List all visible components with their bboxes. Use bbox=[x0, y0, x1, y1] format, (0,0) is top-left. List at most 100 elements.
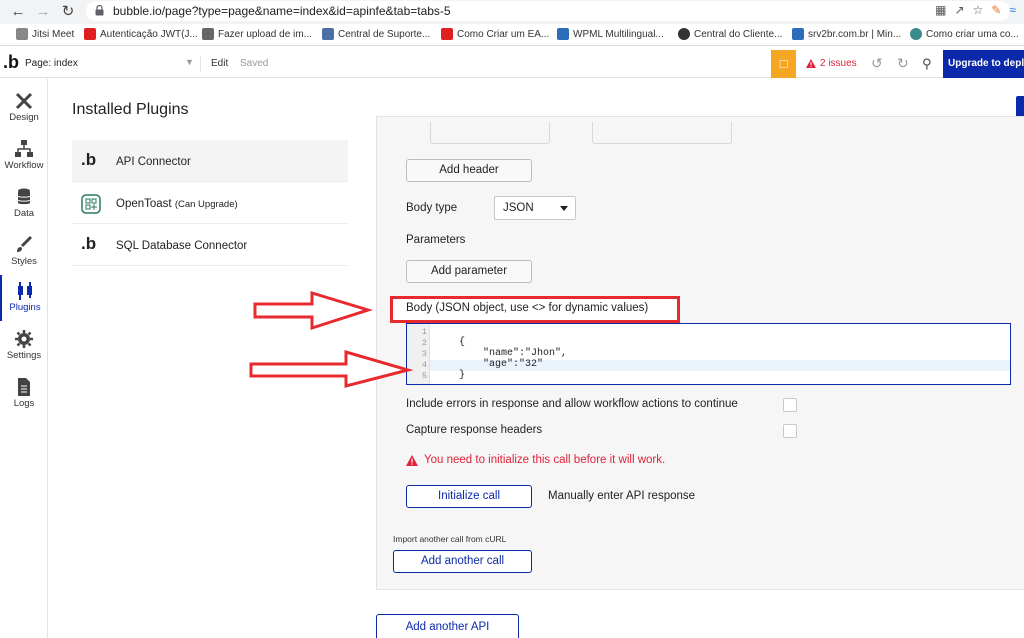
gift-icon[interactable]: □ bbox=[771, 50, 796, 78]
body-label: Body (JSON object, use <> for dynamic va… bbox=[406, 302, 649, 314]
bookmark-favicon-icon bbox=[678, 28, 690, 40]
bookmark-item[interactable]: Como Criar um EA... bbox=[441, 28, 549, 40]
youtube-icon bbox=[441, 28, 453, 40]
bookmark-item[interactable]: Central do Cliente... bbox=[678, 28, 782, 40]
include-errors-checkbox[interactable] bbox=[783, 398, 797, 412]
workflow-icon bbox=[15, 140, 33, 157]
plugin-item-api-connector[interactable]: .b API Connector bbox=[72, 140, 348, 182]
bookmark-item[interactable]: WPML Multilingual... bbox=[557, 28, 664, 40]
caret-down-icon bbox=[560, 206, 568, 211]
bookmark-item[interactable]: Como criar uma co... bbox=[910, 28, 1019, 40]
warning-icon bbox=[406, 454, 418, 466]
warning-icon bbox=[806, 59, 816, 68]
line-number: 1 bbox=[421, 327, 427, 337]
import-curl-link[interactable]: Import another call from cURL bbox=[393, 534, 506, 544]
rail-item-settings[interactable]: Settings bbox=[0, 323, 48, 369]
bookmark-item[interactable]: Fazer upload de im... bbox=[202, 28, 312, 40]
upgrade-button[interactable]: Upgrade to deplo bbox=[943, 50, 1024, 78]
undo-icon[interactable]: ↺ bbox=[871, 55, 883, 72]
add-another-call-button[interactable]: Add another call bbox=[393, 550, 532, 573]
url-text: bubble.io/page?type=page&name=index&id=a… bbox=[113, 4, 451, 18]
bookmark-favicon-icon bbox=[16, 28, 28, 40]
bookmark-favicon-icon bbox=[910, 28, 922, 40]
add-another-api-button[interactable]: Add another API bbox=[376, 614, 519, 638]
bookmark-item[interactable]: Autenticação JWT(J... bbox=[84, 28, 198, 40]
body-type-select[interactable]: JSON bbox=[494, 196, 576, 220]
bubble-logo-icon[interactable]: .b bbox=[3, 52, 19, 73]
code-line: "age":"32" bbox=[459, 359, 544, 370]
annotation-arrow-icon bbox=[253, 290, 374, 331]
plugin-name: API Connector bbox=[116, 156, 191, 168]
chevron-down-icon[interactable]: ▼ bbox=[185, 57, 194, 67]
search-icon[interactable]: ⚲ bbox=[922, 56, 932, 72]
lock-icon bbox=[95, 5, 104, 16]
code-line: } bbox=[459, 370, 466, 381]
rail-label: Workflow bbox=[4, 160, 44, 171]
bookmark-item[interactable]: srv2br.com.br | Min... bbox=[792, 28, 901, 40]
divider bbox=[200, 56, 201, 72]
rail-item-styles[interactable]: Styles bbox=[0, 229, 48, 275]
translate-icon[interactable]: ▦ bbox=[935, 3, 946, 17]
bookmark-label: srv2br.com.br | Min... bbox=[808, 28, 902, 40]
bookmark-item[interactable]: Jitsi Meet bbox=[16, 28, 74, 40]
share-icon[interactable]: ↗ bbox=[955, 3, 965, 17]
rail-label: Data bbox=[13, 208, 35, 219]
json-body-editor[interactable]: 1 2 3 4 5 { "name":"Jhon", "age":"32" } bbox=[406, 323, 1011, 385]
bookmark-label: Fazer upload de im... bbox=[218, 28, 312, 40]
bookmark-label: Autenticação JWT(J... bbox=[100, 28, 198, 40]
rail-item-design[interactable]: Design bbox=[0, 85, 48, 131]
bookmark-favicon-icon bbox=[557, 28, 569, 40]
bookmark-item[interactable]: Central de Suporte... bbox=[322, 28, 430, 40]
extension-icon[interactable]: ✎ bbox=[991, 3, 1001, 17]
plugin-name: SQL Database Connector bbox=[116, 240, 248, 252]
bookmark-favicon-icon bbox=[202, 28, 214, 40]
database-icon bbox=[17, 188, 31, 205]
warning-text: You need to initialize this call before … bbox=[424, 454, 666, 466]
redo-icon[interactable]: ↻ bbox=[897, 55, 909, 72]
youtube-icon bbox=[84, 28, 96, 40]
plugin-item-opentoast[interactable]: OpenToast (Can Upgrade) bbox=[72, 182, 348, 224]
cast-icon[interactable]: ≈ bbox=[1009, 3, 1016, 17]
star-icon[interactable]: ☆ bbox=[973, 3, 984, 17]
plugin-name-text: OpenToast bbox=[116, 198, 172, 210]
initialize-warning: You need to initialize this call before … bbox=[406, 454, 665, 466]
issues-indicator[interactable]: 2 issues bbox=[806, 58, 857, 69]
manual-response-link[interactable]: Manually enter API response bbox=[548, 490, 695, 502]
plugin-item-sql-connector[interactable]: .b SQL Database Connector bbox=[72, 224, 348, 266]
reload-icon[interactable]: ↻ bbox=[58, 2, 78, 22]
rail-item-data[interactable]: Data bbox=[0, 181, 48, 227]
page-selector[interactable]: Page: index bbox=[25, 58, 78, 69]
code-line: { bbox=[459, 337, 466, 348]
address-bar[interactable]: bubble.io/page?type=page&name=index&id=a… bbox=[86, 1, 1010, 21]
forward-arrow-icon[interactable]: → bbox=[33, 2, 53, 22]
document-icon bbox=[18, 378, 30, 396]
left-navigation: Design Workflow Data Styles Plugins Sett… bbox=[0, 79, 48, 638]
initialize-call-button[interactable]: Initialize call bbox=[406, 485, 532, 508]
issues-count: 2 issues bbox=[820, 58, 857, 69]
rail-label: Design bbox=[9, 112, 39, 123]
edit-menu[interactable]: Edit bbox=[211, 58, 228, 69]
capture-headers-label: Capture response headers bbox=[406, 424, 543, 436]
bookmark-label: Central do Cliente... bbox=[694, 28, 783, 40]
bookmark-label: WPML Multilingual... bbox=[573, 28, 664, 40]
rail-label: Styles bbox=[11, 256, 37, 267]
rail-item-logs[interactable]: Logs bbox=[0, 371, 48, 417]
plug-icon bbox=[18, 282, 32, 300]
bookmarks-bar: Jitsi Meet Autenticação JWT(J... Fazer u… bbox=[0, 24, 1024, 46]
capture-headers-checkbox[interactable] bbox=[783, 424, 797, 438]
body-type-value: JSON bbox=[503, 202, 534, 214]
rail-item-plugins[interactable]: Plugins bbox=[0, 275, 48, 321]
bubble-logo-icon: .b bbox=[81, 234, 97, 253]
back-arrow-icon[interactable]: ← bbox=[8, 2, 28, 22]
clipped-field bbox=[430, 122, 550, 144]
toast-grid-icon bbox=[81, 194, 101, 214]
add-header-button[interactable]: Add header bbox=[406, 159, 532, 182]
code-line: "name":"Jhon", bbox=[459, 348, 568, 359]
body-type-label: Body type bbox=[406, 202, 458, 214]
browser-toolbar: ← → ↻ bubble.io/page?type=page&name=inde… bbox=[0, 0, 1024, 24]
rail-item-workflow[interactable]: Workflow bbox=[0, 133, 48, 179]
brush-icon bbox=[17, 235, 33, 252]
bookmark-favicon-icon bbox=[322, 28, 334, 40]
add-parameter-button[interactable]: Add parameter bbox=[406, 260, 532, 283]
rail-label: Plugins bbox=[9, 302, 41, 313]
